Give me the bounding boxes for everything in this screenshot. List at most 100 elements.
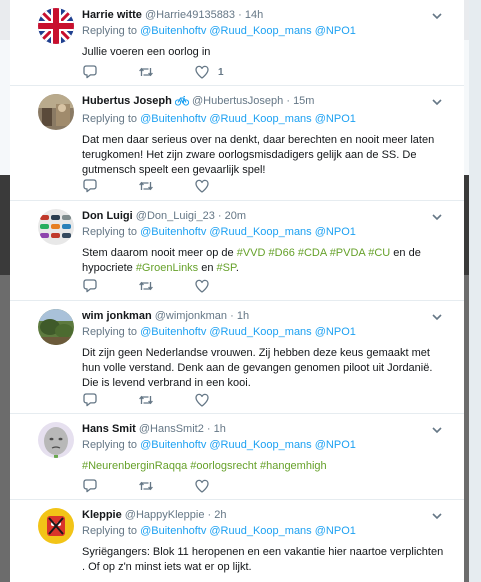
retweet-button[interactable]	[138, 392, 194, 408]
chevron-down-icon[interactable]	[432, 98, 442, 106]
reply-button[interactable]	[82, 478, 138, 494]
user-handle[interactable]: @HansSmit2	[139, 423, 204, 435]
user-name[interactable]: Kleppie	[82, 509, 122, 521]
separator: ·	[207, 509, 212, 521]
mention-link[interactable]: @NPO1	[315, 326, 356, 338]
reply-button[interactable]	[82, 278, 138, 294]
tweet[interactable]: Kleppie @HappyKleppie · 2h Replying to @…	[10, 500, 464, 582]
mention-link[interactable]: @Ruud_Koop_mans	[209, 439, 311, 451]
tweet-text: Syriëgangers: Blok 11 heropenen en een v…	[82, 546, 444, 573]
mention-link[interactable]: @Ruud_Koop_mans	[209, 326, 311, 338]
landscape-avatar[interactable]	[38, 309, 74, 345]
replying-to: Replying to @Buitenhoftv @Ruud_Koop_mans…	[82, 325, 448, 340]
tweet-text: Jullie voeren een oorlog in	[82, 46, 211, 58]
tweet-header: Kleppie @HappyKleppie · 2h	[82, 508, 448, 523]
retweet-button[interactable]	[138, 178, 194, 194]
chevron-down-icon[interactable]	[432, 12, 442, 20]
mention-link[interactable]: @Buitenhoftv	[140, 439, 206, 451]
user-handle[interactable]: @HappyKleppie	[125, 509, 205, 521]
replying-to-label: Replying to	[82, 25, 138, 37]
separator: ·	[238, 9, 242, 21]
reply-icon	[82, 178, 98, 194]
mention-link[interactable]: @NPO1	[315, 525, 356, 537]
retweet-button[interactable]	[138, 478, 194, 494]
tweet[interactable]: Hans Smit @HansSmit2 · 1h Replying to @B…	[10, 414, 464, 500]
chevron-down-icon[interactable]	[432, 213, 442, 221]
reply-button[interactable]	[82, 178, 138, 194]
replying-to: Replying to @Buitenhoftv @Ruud_Koop_mans…	[82, 112, 448, 127]
like-button[interactable]	[194, 478, 210, 494]
chevron-down-icon[interactable]	[432, 426, 442, 434]
reply-button[interactable]	[82, 64, 138, 80]
timestamp[interactable]: 15m	[293, 95, 314, 107]
like-button[interactable]: 1	[194, 64, 224, 80]
tweet[interactable]: Harrie witte @Harrie49135883 · 14h Reply…	[10, 0, 464, 86]
tweet-actions	[82, 178, 210, 194]
timestamp[interactable]: 14h	[245, 9, 263, 21]
hashtag-link[interactable]: #hangemhigh	[260, 460, 327, 472]
mention-link[interactable]: @NPO1	[315, 113, 356, 125]
hashtag-link[interactable]: #CDA	[298, 247, 327, 259]
replying-to: Replying to @Buitenhoftv @Ruud_Koop_mans…	[82, 438, 448, 453]
user-name[interactable]: Don Luigi	[82, 210, 133, 222]
mention-link[interactable]: @Buitenhoftv	[140, 525, 206, 537]
tweet-header: Hubertus Joseph @HubertusJoseph · 15m	[82, 94, 448, 111]
timestamp[interactable]: 1h	[237, 310, 249, 322]
separator: ·	[286, 95, 290, 107]
meme-face-avatar[interactable]	[38, 422, 74, 458]
tweet[interactable]: Don Luigi @Don_Luigi_23 · 20m Replying t…	[10, 201, 464, 301]
tweet[interactable]: wim jonkman @wimjonkman · 1h Replying to…	[10, 301, 464, 414]
cartoon-avatar[interactable]	[38, 508, 74, 544]
scrollbar-track[interactable]	[469, 0, 481, 582]
user-handle[interactable]: @Don_Luigi_23	[136, 210, 215, 222]
hashtag-link[interactable]: #SP	[217, 262, 236, 274]
user-name[interactable]: Hubertus Joseph	[82, 95, 172, 107]
mention-link[interactable]: @Ruud_Koop_mans	[209, 25, 311, 37]
timestamp[interactable]: 20m	[225, 210, 246, 222]
like-button[interactable]	[194, 278, 210, 294]
hashtag-link[interactable]: #GroenLinks	[136, 262, 198, 274]
union-jack-avatar[interactable]	[38, 8, 74, 44]
mention-link[interactable]: @Buitenhoftv	[140, 25, 206, 37]
text-segment: Stem daarom nooit meer op de	[82, 247, 237, 259]
user-name[interactable]: wim jonkman	[82, 310, 152, 322]
user-handle[interactable]: @HubertusJoseph	[192, 95, 283, 107]
timestamp[interactable]: 1h	[214, 423, 226, 435]
hashtag-link[interactable]: #PVDA	[330, 247, 365, 259]
mention-link[interactable]: @Ruud_Koop_mans	[209, 226, 311, 238]
mention-link[interactable]: @Buitenhoftv	[140, 326, 206, 338]
retweet-button[interactable]	[138, 278, 194, 294]
user-handle[interactable]: @wimjonkman	[155, 310, 227, 322]
timestamp[interactable]: 2h	[214, 509, 226, 521]
retweet-icon	[138, 478, 154, 494]
mention-link[interactable]: @Buitenhoftv	[140, 113, 206, 125]
mention-link[interactable]: @NPO1	[315, 226, 356, 238]
user-name[interactable]: Hans Smit	[82, 423, 136, 435]
photo-avatar[interactable]	[38, 94, 74, 130]
mention-link[interactable]: @NPO1	[315, 439, 356, 451]
tweet[interactable]: Hubertus Joseph @HubertusJoseph · 15m Re…	[10, 86, 464, 201]
user-handle[interactable]: @Harrie49135883	[145, 9, 235, 21]
hashtag-link[interactable]: #VVD	[237, 247, 266, 259]
mention-link[interactable]: @Ruud_Koop_mans	[209, 525, 311, 537]
retweet-button[interactable]	[138, 64, 194, 80]
heart-icon	[194, 278, 210, 294]
like-button[interactable]	[194, 392, 210, 408]
mention-link[interactable]: @Buitenhoftv	[140, 226, 206, 238]
like-button[interactable]	[194, 178, 210, 194]
chevron-down-icon[interactable]	[432, 313, 442, 321]
tweet-actions: 1	[82, 64, 224, 80]
chevron-down-icon[interactable]	[432, 512, 442, 520]
hashtag-link[interactable]: #oorlogsrecht	[190, 460, 257, 472]
mention-link[interactable]: @Ruud_Koop_mans	[209, 113, 311, 125]
hashtag-link[interactable]: #NeurenberginRaqqa	[82, 460, 187, 472]
hashtag-link[interactable]: #CU	[368, 247, 390, 259]
replying-to: Replying to @Buitenhoftv @Ruud_Koop_mans…	[82, 24, 448, 39]
user-name[interactable]: Harrie witte	[82, 9, 142, 21]
mention-link[interactable]: @NPO1	[315, 25, 356, 37]
replying-to-label: Replying to	[82, 226, 138, 238]
reply-button[interactable]	[82, 392, 138, 408]
hashtag-link[interactable]: #D66	[269, 247, 295, 259]
cars-avatar[interactable]	[38, 209, 74, 245]
tweet-content: Kleppie @HappyKleppie · 2h Replying to @…	[82, 508, 448, 575]
